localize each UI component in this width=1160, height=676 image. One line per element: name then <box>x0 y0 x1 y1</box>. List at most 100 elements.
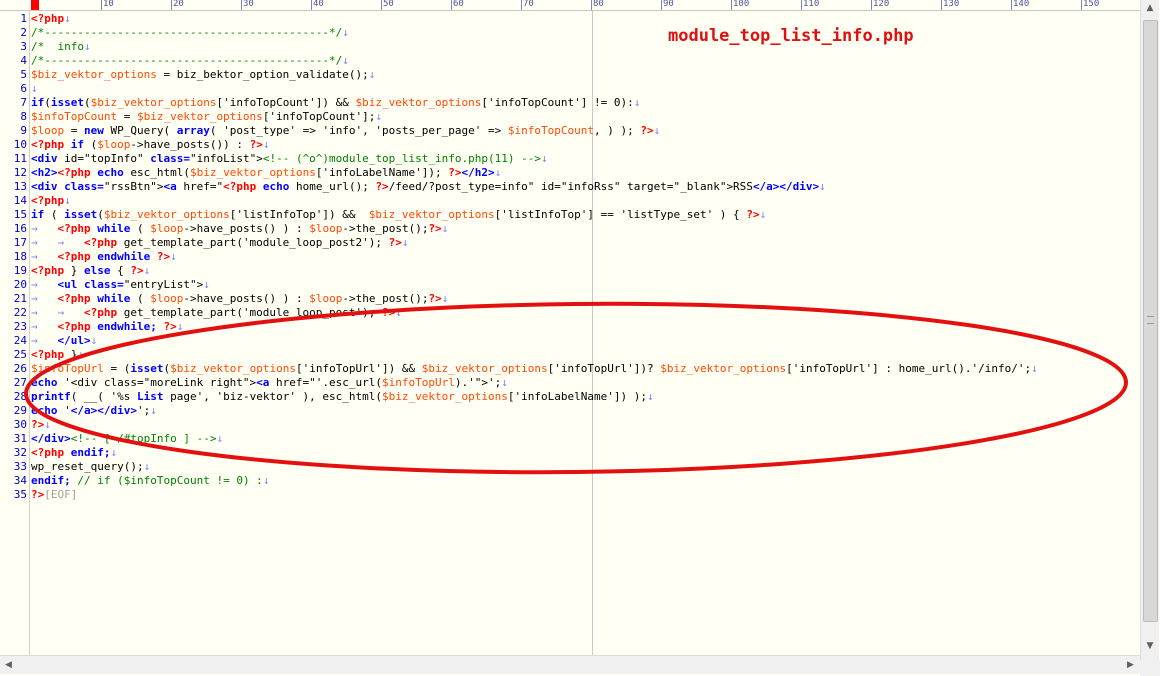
code-token: endwhile; <box>97 320 157 333</box>
ruler-label: 130 <box>943 0 960 9</box>
code-line[interactable]: <?php if ($loop->have_posts()) : ?>↓ <box>31 138 269 152</box>
code-token: = <box>64 124 84 137</box>
code-token: <?php <box>57 292 91 305</box>
line-number: 17 <box>13 236 27 249</box>
line-number: 13 <box>13 180 27 193</box>
code-token: { <box>110 264 131 277</box>
code-token: = <box>117 110 137 123</box>
ruler-cursor-marker <box>31 0 39 10</box>
code-line[interactable]: $loop = new WP_Query( array( 'post_type'… <box>31 124 660 138</box>
code-line[interactable]: <div id="topInfo" class="infoList"><!-- … <box>31 152 548 166</box>
column-ruler: 10 20 30 40 50 60 70 80 90 100 110 120 130 140 150 <box>0 0 1140 11</box>
code-line[interactable]: <div class="rssBtn"><a href="<?php echo … <box>31 180 826 194</box>
code-line[interactable]: </div><!-- [ /#topInfo ] -->↓ <box>31 432 223 446</box>
code-token: wp_reset_query(); <box>31 460 144 473</box>
code-token: endwhile <box>97 250 151 263</box>
line-number: 16 <box>13 222 27 235</box>
tab-marker-icon: → <box>31 334 58 347</box>
tab-marker-icon: → → <box>31 236 84 249</box>
newline-marker-icon: ↓ <box>176 320 184 333</box>
code-line[interactable]: <?php endif;↓ <box>31 446 117 460</box>
code-token: $loop <box>150 292 184 305</box>
newline-marker-icon: ↓ <box>150 404 157 417</box>
code-token: <?php <box>83 306 118 319</box>
code-token: <div <box>31 152 58 165</box>
code-token: <h2> <box>31 166 58 179</box>
newline-marker-icon: ↓ <box>44 418 51 431</box>
newline-marker-icon: ↓ <box>819 180 826 193</box>
code-line[interactable]: → → <?php get_template_part('module_loop… <box>31 306 402 320</box>
code-line[interactable]: /* info↓ <box>31 40 91 54</box>
scroll-left-arrow-icon[interactable]: ◀ <box>0 656 17 674</box>
code-editor-area[interactable]: <?php↓/*--------------------------------… <box>31 11 1139 655</box>
code-token: printf <box>31 390 71 403</box>
vertical-scrollbar[interactable]: ▲ ▼ <box>1140 0 1159 660</box>
code-token: esc_html( <box>123 166 190 179</box>
code-token: = ( <box>103 362 131 375</box>
code-line[interactable]: $biz_vektor_options = biz_bektor_option_… <box>31 68 375 82</box>
code-token: new <box>84 124 104 137</box>
newline-marker-icon: ↓ <box>342 54 349 67</box>
line-number: 33 <box>13 460 27 473</box>
code-token: <?php <box>31 264 65 277</box>
code-line[interactable]: → <?php endwhile ?>↓ <box>31 250 177 264</box>
code-line[interactable]: → <?php while ( $loop->have_posts() ) : … <box>31 222 448 236</box>
code-token: $loop <box>309 222 343 235</box>
scroll-right-arrow-icon[interactable]: ▶ <box>1122 656 1139 674</box>
code-token: ( <box>44 208 65 221</box>
code-line[interactable]: → </ul>↓ <box>31 334 97 348</box>
newline-marker-icon: ↓ <box>368 68 376 81</box>
code-token: ['infoTopCount']; <box>262 110 376 123</box>
code-line[interactable]: ↓ <box>31 82 38 96</box>
ruler-label: 10 <box>103 0 114 9</box>
code-token: ( __( '%s <box>70 390 137 403</box>
code-line[interactable]: wp_reset_query();↓ <box>31 460 150 474</box>
scrollbar-corner <box>1140 660 1160 676</box>
code-token: endif; <box>31 474 71 487</box>
code-token: /* info <box>31 40 84 53</box>
code-line[interactable]: ?>↓ <box>31 418 51 432</box>
vertical-scroll-thumb[interactable] <box>1143 20 1158 622</box>
code-line[interactable]: endif; // if ($infoTopCount != 0) :↓ <box>31 474 269 488</box>
code-token: ?> <box>249 138 263 151</box>
code-token: isset <box>130 362 164 375</box>
code-line[interactable]: if ( isset($biz_vektor_options['listInfo… <box>31 208 766 222</box>
code-line[interactable]: $infoTopUrl = (isset($biz_vektor_options… <box>31 362 1038 376</box>
code-token: if <box>31 96 45 109</box>
code-token: [EOF] <box>44 488 78 501</box>
code-line[interactable]: <?php↓ <box>31 194 71 208</box>
code-token: </div> <box>31 432 71 445</box>
code-line[interactable]: → <?php while ( $loop->have_posts() ) : … <box>31 292 448 306</box>
code-line[interactable]: → <?php endwhile; ?>↓ <box>31 320 183 334</box>
code-token: ->have_posts() ) : <box>183 222 310 235</box>
scroll-up-arrow-icon[interactable]: ▲ <box>1141 0 1159 17</box>
code-line[interactable]: <?php } else { ?>↓ <box>31 264 150 278</box>
code-line[interactable]: → <ul class="entryList">↓ <box>31 278 210 292</box>
code-line[interactable]: <?php↓ <box>31 12 71 26</box>
ruler-label: 150 <box>1083 0 1100 9</box>
code-token: ?> <box>163 320 177 333</box>
code-line[interactable]: → → <?php get_template_part('module_loop… <box>31 236 409 250</box>
code-token: ['infoTopUrl']) && <box>295 362 422 375</box>
horizontal-scrollbar[interactable]: ◀ ▶ <box>0 655 1140 674</box>
code-line[interactable]: <?php }↓ <box>31 348 84 362</box>
code-token: <ul <box>57 278 78 291</box>
line-number: 14 <box>13 194 27 207</box>
line-number: 30 <box>13 418 27 431</box>
code-line[interactable]: /*--------------------------------------… <box>31 26 349 40</box>
scroll-down-arrow-icon[interactable]: ▼ <box>1141 638 1159 655</box>
tab-marker-icon: → <box>31 292 58 305</box>
code-line[interactable]: $infoTopCount = $biz_vektor_options['inf… <box>31 110 382 124</box>
code-line[interactable]: printf( __( '%s List page', 'biz-vektor'… <box>31 390 654 404</box>
code-line[interactable]: echo '<div class="moreLink right"><a hre… <box>31 376 508 390</box>
code-token: class= <box>64 180 104 193</box>
code-token: ?> <box>388 236 402 249</box>
line-number-gutter: 1 2 3 4 5 6 7 8 9 10 11 12 13 14 15 16 17 18 19 20 21 22 23 24 2… <box>0 11 30 655</box>
code-token: ['listInfoTop'] == 'listType_set' ) { <box>494 208 747 221</box>
code-line[interactable]: ?>[EOF] <box>31 488 77 502</box>
code-line[interactable]: if(isset($biz_vektor_options['infoTopCou… <box>31 96 640 110</box>
code-line[interactable]: /*--------------------------------------… <box>31 54 349 68</box>
code-line[interactable]: echo '</a></div>';↓ <box>31 404 157 418</box>
code-line[interactable]: <h2><?php echo esc_html($biz_vektor_opti… <box>31 166 501 180</box>
